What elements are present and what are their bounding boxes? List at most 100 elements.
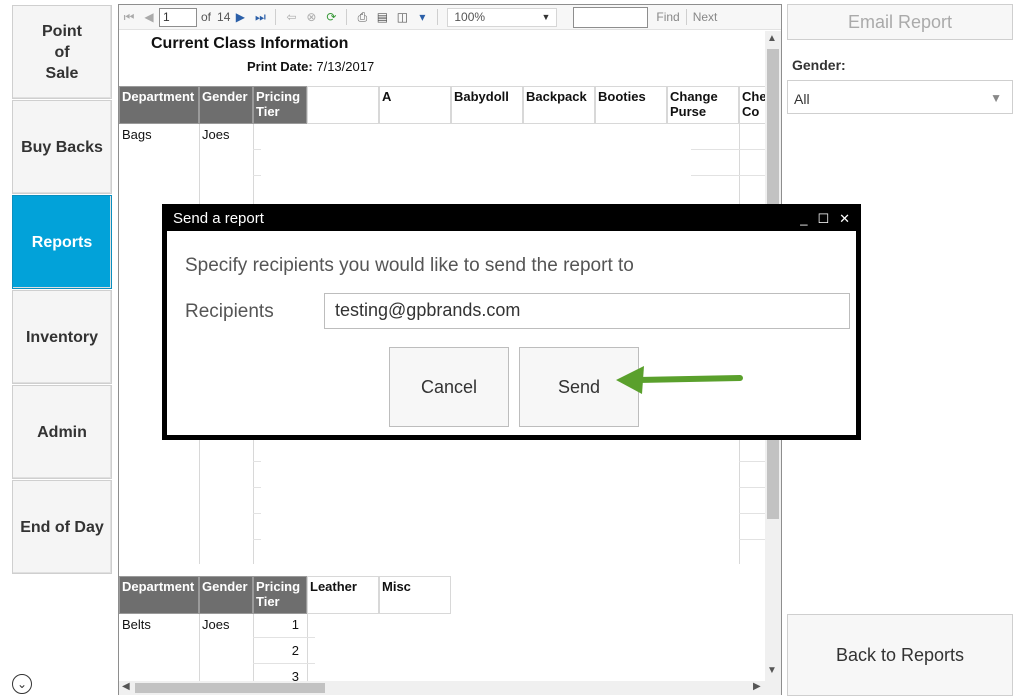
table-header-cell: Check Co <box>739 86 765 124</box>
stop-icon[interactable]: ⊗ <box>303 9 319 25</box>
nav-inventory-label: Inventory <box>25 328 98 346</box>
print-date-label: Print Date: <box>247 59 313 74</box>
nav-admin[interactable]: Admin <box>12 385 112 479</box>
nav-point-of-sale-label: Point of Sale <box>42 22 82 82</box>
gender-select-value: All <box>794 91 810 107</box>
table-cell: Belts <box>122 617 151 632</box>
left-nav: Point of Sale Buy Backs Reports Inventor… <box>0 0 114 697</box>
grid-line <box>739 461 765 462</box>
page-total: 14 <box>217 10 231 24</box>
scroll-left-icon[interactable]: ◀ <box>122 681 130 692</box>
nav-buy-backs[interactable]: Buy Backs <box>12 100 112 194</box>
nav-admin-label: Admin <box>37 423 87 441</box>
find-link[interactable]: Find <box>656 10 679 24</box>
print-icon[interactable]: ⎙ <box>354 9 370 25</box>
table-header-cell: A <box>379 86 451 124</box>
cancel-button[interactable]: Cancel <box>389 347 509 427</box>
table-header-cell: Babydoll <box>451 86 523 124</box>
grid-line <box>739 513 765 514</box>
scroll-up-icon[interactable]: ▲ <box>767 33 777 44</box>
maximize-icon[interactable]: ☐ <box>817 211 829 227</box>
table-header-cell: Gender <box>199 576 253 614</box>
next-page-icon[interactable]: ▶ <box>232 9 248 25</box>
table-cell: Joes <box>202 617 230 632</box>
table-header-cell: Pricing Tier <box>253 576 307 614</box>
dialog-titlebar: Send a report _ ☐ ✕ <box>167 209 856 231</box>
dialog-prompt: Specify recipients you would like to sen… <box>185 255 634 276</box>
table-cell: 1 <box>291 617 299 632</box>
nav-point-of-sale[interactable]: Point of Sale <box>12 5 112 99</box>
arrow-head <box>616 366 644 394</box>
table-header-cell: Backpack <box>523 86 595 124</box>
print-date: Print Date: 7/13/2017 <box>247 59 374 74</box>
dialog-body: Specify recipients you would like to sen… <box>167 231 856 435</box>
grid-line <box>253 637 315 638</box>
zoom-chevron-down-icon: ▼ <box>541 12 551 22</box>
print-date-value: 7/13/2017 <box>316 59 375 74</box>
nav-inventory[interactable]: Inventory <box>12 290 112 384</box>
first-page-icon[interactable]: ⏮ <box>121 9 137 25</box>
chevron-down-icon: ▼ <box>990 91 1002 105</box>
zoom-select[interactable]: 100% ▼ <box>447 7 558 27</box>
toolbar-divider <box>685 9 687 25</box>
page-setup-icon[interactable]: ◫ <box>394 9 410 25</box>
print-layout-icon[interactable]: ▤ <box>374 9 390 25</box>
table2-header: Department Gender Pricing Tier Leather M… <box>119 576 451 614</box>
previous-page-icon[interactable]: ◀ <box>141 9 157 25</box>
table-cell: 2 <box>291 643 299 658</box>
table-header-cell: Pricing Tier <box>253 86 307 124</box>
export-icon[interactable]: ▾ <box>414 9 430 25</box>
scroll-down-icon[interactable]: ▼ <box>767 665 777 676</box>
horizontal-scroll-thumb[interactable] <box>135 683 325 693</box>
email-report-label: Email Report <box>847 11 953 32</box>
table-header-cell: Change Purse <box>667 86 739 124</box>
toolbar-divider <box>346 9 348 25</box>
horizontal-scrollbar[interactable]: ◀ ▶ <box>119 681 781 695</box>
expand-chevron-icon[interactable]: ⌄ <box>12 674 32 694</box>
nav-end-of-day[interactable]: End of Day <box>12 480 112 574</box>
grid-line <box>253 461 261 462</box>
toolbar-divider <box>437 9 439 25</box>
minimize-icon[interactable]: _ <box>800 211 807 227</box>
dialog-title: Send a report <box>173 210 264 227</box>
recipients-input[interactable]: testing@gpbrands.com <box>324 293 850 329</box>
email-report-button[interactable]: Email Report <box>787 4 1013 40</box>
refresh-icon[interactable]: ⟳ <box>323 9 339 25</box>
send-label: Send <box>557 376 601 397</box>
page-number-input[interactable] <box>159 7 197 27</box>
page-of-label: of <box>201 10 212 24</box>
report-toolbar: ⏮ ◀ of 14 ▶ ⏭ ⇦ ⊗ ⟳ ⎙ ▤ ◫ ▾ 100% ▼ Find … <box>119 5 781 30</box>
recipients-value: testing@gpbrands.com <box>335 300 521 320</box>
next-link[interactable]: Next <box>693 10 718 24</box>
table-header-cell: Booties <box>595 86 667 124</box>
table-cell: 3 <box>291 669 299 681</box>
last-page-icon[interactable]: ⏭ <box>252 9 268 25</box>
back-icon[interactable]: ⇦ <box>283 9 299 25</box>
table1-header: Department Gender Pricing Tier A Babydol… <box>119 86 765 124</box>
table-header-cell <box>307 86 379 124</box>
cancel-label: Cancel <box>420 376 478 397</box>
table-header-cell: Misc <box>379 576 451 614</box>
scroll-right-icon[interactable]: ▶ <box>753 681 761 692</box>
send-report-dialog: Send a report _ ☐ ✕ Specify recipients y… <box>162 204 861 440</box>
close-icon[interactable]: ✕ <box>839 211 850 227</box>
grid-line <box>691 175 765 176</box>
nav-buy-backs-label: Buy Backs <box>21 138 103 156</box>
back-to-reports-label: Back to Reports <box>835 644 965 665</box>
window-controls: _ ☐ ✕ <box>800 211 850 227</box>
grid-line <box>307 614 308 681</box>
green-arrow-annotation <box>616 366 743 394</box>
arrow-shaft <box>635 375 743 383</box>
grid-line <box>253 487 261 488</box>
grid-line <box>253 513 261 514</box>
find-input[interactable] <box>573 6 649 28</box>
table-header-cell: Department <box>119 576 199 614</box>
grid-line <box>739 487 765 488</box>
back-to-reports-button[interactable]: Back to Reports <box>787 614 1013 696</box>
gender-select[interactable]: All ▼ <box>787 80 1013 114</box>
table-header-cell: Leather <box>307 576 379 614</box>
nav-end-of-day-label: End of Day <box>20 518 104 536</box>
grid-line <box>253 539 261 540</box>
toolbar-divider <box>275 9 277 25</box>
nav-reports[interactable]: Reports <box>12 195 112 289</box>
